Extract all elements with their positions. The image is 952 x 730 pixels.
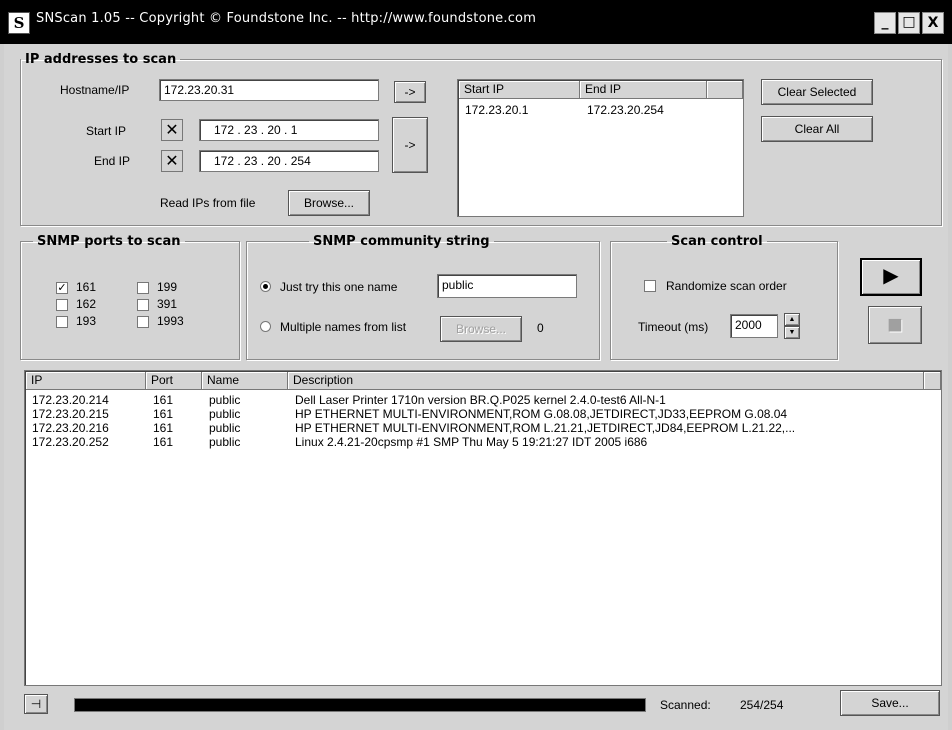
add-range-button[interactable]: ->	[392, 117, 428, 173]
port-1993-label: 1993	[157, 314, 184, 328]
results-header-filler	[924, 372, 941, 390]
port-193-label: 193	[76, 314, 97, 328]
start-scan-button[interactable]: ▶	[860, 258, 922, 296]
clear-all-button[interactable]: Clear All	[761, 116, 873, 142]
hostname-input[interactable]: 172.23.20.31	[159, 79, 379, 101]
port-193-checkbox[interactable]	[56, 316, 68, 328]
browse-file-button[interactable]: Browse...	[288, 190, 370, 216]
range-header-end[interactable]: End IP	[580, 81, 707, 99]
hostname-label: Hostname/IP	[60, 83, 130, 97]
ip-range-list[interactable]: Start IP End IP 172.23.20.1 172.23.20.25…	[457, 79, 744, 217]
result-description: Linux 2.4.21-20cpsmp #1 SMP Thu May 5 19…	[295, 435, 648, 449]
port-162-checkbox[interactable]	[56, 299, 68, 311]
snmp-ports-group: SNMP ports to scan	[20, 234, 240, 360]
single-name-label: Just try this one name	[280, 280, 398, 294]
timeout-label: Timeout (ms)	[638, 320, 709, 334]
save-results-button[interactable]: Save...	[840, 690, 940, 716]
window-client: IP addresses to scan Hostname/IP 172.23.…	[4, 44, 948, 730]
result-ip: 172.23.20.216	[32, 421, 109, 435]
clear-start-ip-button[interactable]: ✕	[161, 119, 183, 141]
title-bar[interactable]: S SNScan 1.05 -- Copyright © Foundstone …	[0, 0, 952, 44]
port-391-checkbox[interactable]	[137, 299, 149, 311]
ip-group-title: IP addresses to scan	[25, 52, 177, 67]
results-header-description[interactable]: Description	[288, 372, 924, 390]
scanned-count: 254/254	[740, 698, 784, 712]
port-199-checkbox[interactable]	[137, 282, 149, 294]
range-header-start[interactable]: Start IP	[459, 81, 580, 99]
port-161-checkbox[interactable]: ✓	[56, 282, 68, 294]
timeout-input[interactable]: 2000	[730, 314, 778, 338]
scan-progress-fill	[75, 699, 645, 711]
results-header-name[interactable]: Name	[202, 372, 288, 390]
scan-progress-bar	[74, 698, 646, 712]
names-count: 0	[537, 321, 544, 335]
start-ip-input[interactable]: 172 . 23 . 20 . 1	[199, 119, 379, 141]
timeout-up-button[interactable]: ▲	[784, 313, 800, 326]
minimize-button[interactable]: _	[874, 12, 896, 34]
result-port: 161	[153, 421, 174, 435]
end-ip-input[interactable]: 172 . 23 . 20 . 254	[199, 150, 379, 172]
close-button[interactable]: X	[922, 12, 944, 34]
result-name: public	[209, 393, 241, 407]
result-description: HP ETHERNET MULTI-ENVIRONMENT,ROM G.08.0…	[295, 407, 788, 421]
result-ip: 172.23.20.214	[32, 393, 109, 407]
snmp-ports-title: SNMP ports to scan	[37, 234, 181, 249]
timeout-down-button[interactable]: ▼	[784, 326, 800, 339]
stop-scan-button[interactable]: ■	[868, 306, 922, 344]
scan-control-group: Scan control	[610, 234, 838, 360]
result-ip: 172.23.20.252	[32, 435, 109, 449]
scanned-label: Scanned:	[660, 698, 711, 712]
range-start-cell[interactable]: 172.23.20.1	[465, 103, 528, 117]
app-icon: S	[8, 12, 30, 34]
pin-button[interactable]: ⊣	[24, 694, 48, 714]
result-description: HP ETHERNET MULTI-ENVIRONMENT,ROM L.21.2…	[295, 421, 796, 435]
port-1993-checkbox[interactable]	[137, 316, 149, 328]
clear-end-ip-button[interactable]: ✕	[161, 150, 183, 172]
maximize-button[interactable]: □	[898, 12, 920, 34]
multiple-names-label: Multiple names from list	[280, 320, 407, 334]
result-port: 161	[153, 435, 174, 449]
end-ip-label: End IP	[94, 154, 131, 168]
results-header-ip[interactable]: IP	[26, 372, 146, 390]
multiple-names-radio[interactable]	[260, 321, 271, 332]
port-162-label: 162	[76, 297, 97, 311]
community-title: SNMP community string	[313, 234, 490, 249]
results-header-port[interactable]: Port	[146, 372, 202, 390]
port-391-label: 391	[157, 297, 178, 311]
port-161-label: 161	[76, 280, 97, 294]
read-file-label: Read IPs from file	[160, 196, 256, 210]
start-ip-label: Start IP	[86, 124, 127, 138]
community-name-input[interactable]: public	[437, 274, 577, 298]
result-description: Dell Laser Printer 1710n version BR.Q.P0…	[295, 393, 666, 407]
port-199-label: 199	[157, 280, 178, 294]
add-host-button[interactable]: ->	[394, 81, 426, 103]
result-port: 161	[153, 407, 174, 421]
names-browse-button[interactable]: Browse...	[440, 316, 522, 342]
range-end-cell[interactable]: 172.23.20.254	[587, 103, 664, 117]
range-header-filler	[707, 81, 743, 99]
result-name: public	[209, 407, 241, 421]
result-name: public	[209, 421, 241, 435]
randomize-label: Randomize scan order	[666, 279, 787, 293]
result-port: 161	[153, 393, 174, 407]
randomize-checkbox[interactable]	[644, 280, 656, 292]
results-list[interactable]: IP Port Name Description 172.23.20.214 16…	[24, 370, 942, 686]
result-ip: 172.23.20.215	[32, 407, 109, 421]
clear-selected-button[interactable]: Clear Selected	[761, 79, 873, 105]
single-name-radio[interactable]	[260, 281, 271, 292]
result-name: public	[209, 435, 241, 449]
window-title: SNScan 1.05 -- Copyright © Foundstone In…	[36, 11, 537, 26]
scan-control-title: Scan control	[671, 234, 763, 249]
